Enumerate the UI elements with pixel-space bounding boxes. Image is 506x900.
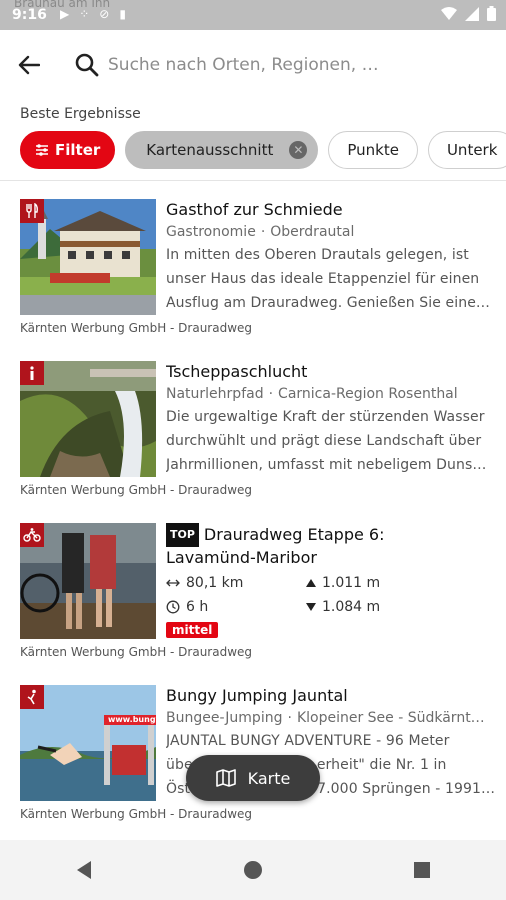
- result-title: Gasthof zur Schmiede: [166, 200, 343, 219]
- result-title: Tscheppaschlucht: [166, 362, 308, 381]
- result-image: www.bungy: [20, 685, 156, 801]
- chip-label: Unterk: [446, 141, 498, 159]
- wifi-icon: [441, 6, 457, 20]
- chip-label: Kartenausschnitt: [146, 141, 274, 159]
- divider: [0, 180, 506, 181]
- network-icon: ⁘: [79, 7, 90, 21]
- list-item[interactable]: Gasthof zur Schmiede Gastronomie · Oberdra…: [0, 199, 506, 361]
- difficulty-badge: mittel: [166, 622, 219, 638]
- duration-stat: 6 h: [166, 595, 306, 619]
- map-button-label: Karte: [247, 768, 291, 788]
- search-header: [0, 30, 506, 100]
- tour-stats: 80,1 km 1.011 m 6 h 1.084 m: [166, 571, 496, 619]
- result-image: [20, 199, 156, 315]
- nav-recents-button[interactable]: [392, 850, 452, 890]
- navigation-bar: [0, 840, 506, 900]
- result-info: TOP Drauradweg Etappe 6: Lavamünd-Maribor…: [166, 523, 496, 638]
- result-info: Gasthof zur Schmiede Gastronomie · Oberdra…: [166, 199, 496, 315]
- sd-card-icon: ▮: [119, 7, 126, 21]
- map-button[interactable]: Karte: [186, 755, 320, 801]
- list-item[interactable]: Tscheppaschlucht Naturlehrpfad · Carnica-R…: [0, 361, 506, 523]
- battery-icon: [487, 6, 496, 21]
- restaurant-icon: [20, 199, 44, 223]
- square-recents-icon: [413, 862, 430, 878]
- filter-label: Filter: [55, 141, 101, 159]
- results-label: Beste Ergebnisse: [20, 106, 141, 122]
- signal-icon: [465, 6, 479, 21]
- search-icon: [75, 53, 99, 77]
- triangle-back-icon: [77, 861, 92, 879]
- chip-unterkuenfte[interactable]: Unterk: [427, 131, 506, 169]
- clock-icon: [166, 600, 180, 614]
- map-icon: [215, 769, 236, 787]
- distance-icon: [166, 579, 180, 587]
- result-source: Kärnten Werbung GmbH - Drauradweg: [20, 645, 253, 659]
- circle-home-icon: [243, 861, 262, 879]
- nav-back-button[interactable]: [54, 850, 114, 890]
- result-title: TOP Drauradweg Etappe 6:: [166, 523, 496, 547]
- result-image: [20, 361, 156, 477]
- ascent-icon: [306, 579, 316, 587]
- result-description: Die urgewaltige Kraft der stürzenden Was…: [166, 409, 487, 473]
- filter-chips: Filter Kartenausschnitt ✕ Punkte Unterk: [20, 131, 506, 169]
- jump-icon: [20, 685, 44, 709]
- descent-stat: 1.084 m: [306, 595, 446, 619]
- ascent-stat: 1.011 m: [306, 571, 446, 595]
- result-title: Bungy Jumping Jauntal: [166, 686, 348, 705]
- result-source: Kärnten Werbung GmbH - Drauradweg: [20, 807, 253, 821]
- play-icon: ▶: [60, 7, 70, 21]
- list-item[interactable]: TOP Drauradweg Etappe 6: Lavamünd-Maribor…: [0, 523, 506, 685]
- info-icon: [20, 361, 44, 385]
- result-meta: Gastronomie · Oberdrautal: [166, 224, 355, 240]
- chip-punkte[interactable]: Punkte: [328, 131, 418, 169]
- top-badge: TOP: [166, 523, 199, 547]
- sliders-icon: [36, 144, 48, 156]
- thumb-text: www.bungy: [108, 715, 156, 724]
- nav-home-button[interactable]: [223, 850, 283, 890]
- bicycle-icon: [20, 523, 44, 547]
- result-source: Kärnten Werbung GmbH - Drauradweg: [20, 321, 253, 335]
- result-image: [20, 523, 156, 639]
- result-meta: Bungee-Jumping · Klopeiner See - Südkärnt…: [166, 710, 485, 726]
- dnd-icon: ⊘: [99, 7, 110, 21]
- distance-stat: 80,1 km: [166, 571, 306, 595]
- back-button[interactable]: [14, 50, 44, 80]
- descent-icon: [306, 603, 316, 611]
- search-input[interactable]: [108, 50, 488, 80]
- arrow-left-icon: [18, 55, 40, 75]
- close-icon[interactable]: ✕: [289, 141, 308, 159]
- result-description: In mitten des Oberen Drautals gelegen, i…: [166, 247, 491, 311]
- status-time: 9:16: [12, 7, 47, 23]
- chip-label: Punkte: [347, 141, 399, 159]
- result-source: Kärnten Werbung GmbH - Drauradweg: [20, 483, 253, 497]
- result-title-line2: Lavamünd-Maribor: [166, 548, 317, 567]
- result-info: Tscheppaschlucht Naturlehrpfad · Carnica-R…: [166, 361, 496, 477]
- result-meta: Naturlehrpfad · Carnica-Region Rosenthal: [166, 386, 458, 402]
- filter-button[interactable]: Filter: [20, 131, 116, 169]
- status-bar: Braunau am Inn 9:16 ▶ ⁘ ⊘ ▮: [0, 0, 506, 30]
- chip-kartenausschnitt[interactable]: Kartenausschnitt ✕: [125, 131, 319, 169]
